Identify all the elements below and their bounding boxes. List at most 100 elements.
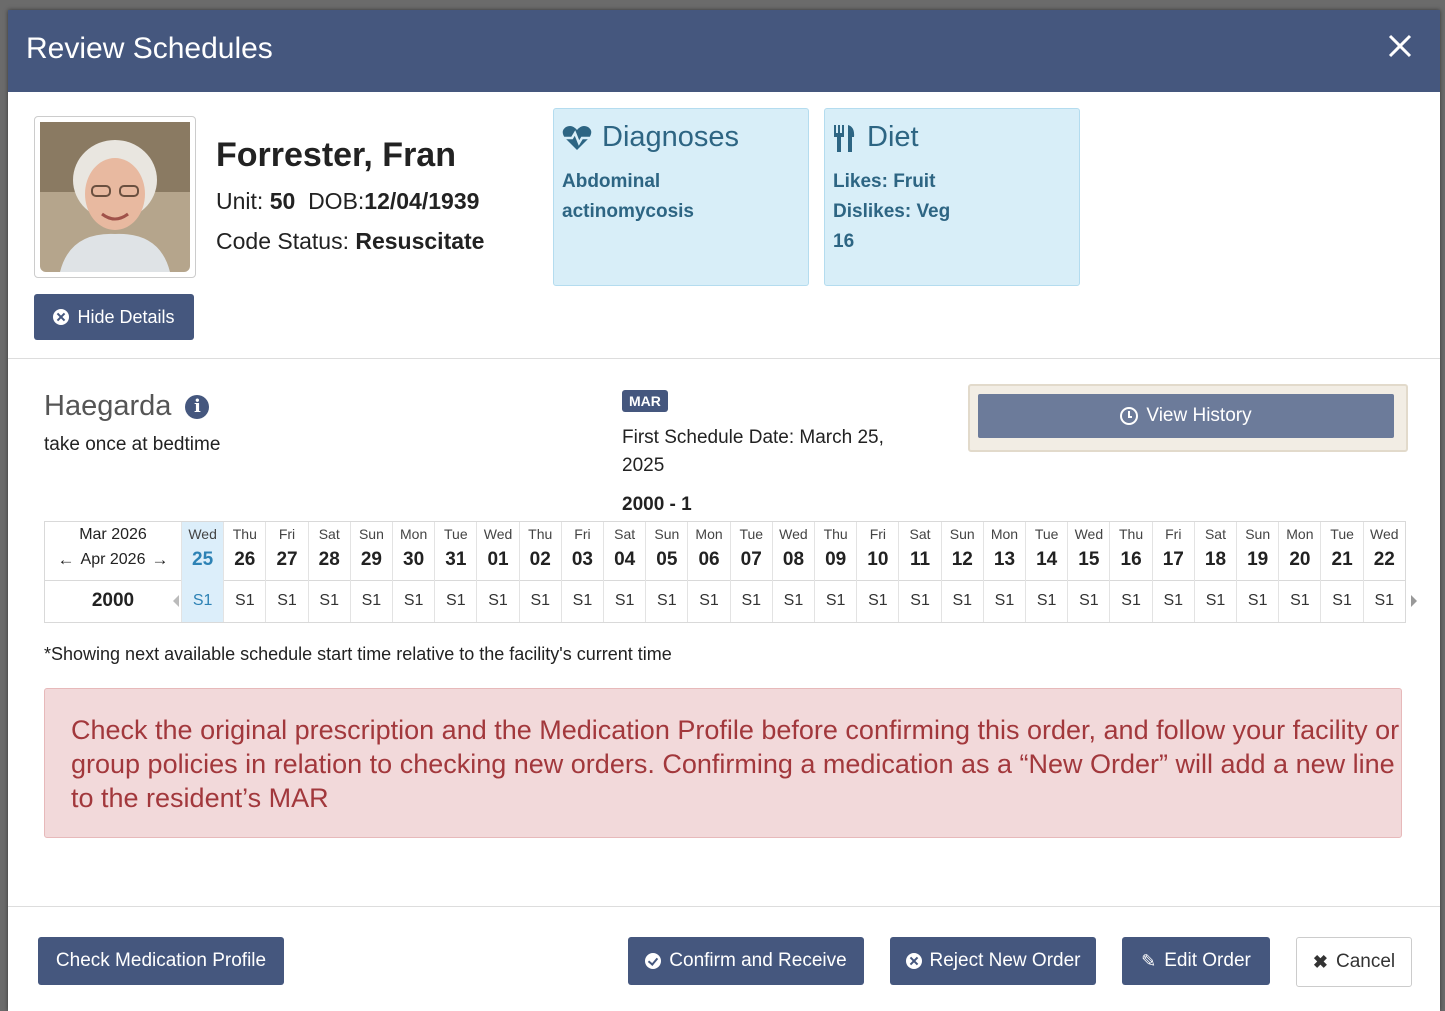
- schedule-slot[interactable]: S1: [393, 580, 434, 622]
- warning-alert: Check the original prescription and the …: [44, 688, 1402, 838]
- scroll-right-caret-icon[interactable]: [1411, 595, 1417, 607]
- schedule-slot[interactable]: S1: [1153, 580, 1194, 622]
- schedule-slot[interactable]: S1: [1237, 580, 1278, 622]
- schedule-slot[interactable]: S1: [942, 580, 983, 622]
- hide-details-button[interactable]: Hide Details: [34, 294, 194, 340]
- view-history-button[interactable]: View History: [978, 394, 1394, 438]
- schedule-slot[interactable]: S1: [1321, 580, 1362, 622]
- schedule-day-column: Sun 19 S1: [1236, 522, 1278, 622]
- confirm-and-receive-button[interactable]: Confirm and Receive: [628, 937, 864, 985]
- dob-label: DOB:: [308, 188, 365, 214]
- schedule-slot[interactable]: S1: [1364, 580, 1405, 622]
- schedule-day-column: Sat 04 S1: [603, 522, 645, 622]
- schedule-day-column: Wed 01 S1: [476, 522, 518, 622]
- check-medication-profile-button[interactable]: Check Medication Profile: [38, 937, 284, 985]
- day-date: 22: [1373, 549, 1395, 570]
- divider: [8, 358, 1440, 359]
- close-icon: ✖: [1312, 951, 1328, 972]
- check-circle-icon: [645, 953, 662, 969]
- day-date: 21: [1331, 549, 1353, 570]
- schedule-day-column: Thu 26 S1: [223, 522, 265, 622]
- day-date: 11: [910, 549, 931, 570]
- day-date: 28: [318, 549, 340, 570]
- close-icon[interactable]: [1382, 28, 1418, 64]
- day-date: 14: [1036, 549, 1058, 570]
- schedule-slot[interactable]: S1: [857, 580, 898, 622]
- day-of-week: Sat: [614, 526, 636, 542]
- schedule-slot[interactable]: S1: [899, 580, 940, 622]
- day-date: 09: [825, 549, 847, 570]
- edit-order-button[interactable]: ✎ Edit Order: [1122, 937, 1270, 985]
- schedule-slot[interactable]: S1: [815, 580, 856, 622]
- dislikes-label: Dislikes:: [833, 201, 912, 222]
- day-date: 31: [445, 549, 467, 570]
- day-date: 13: [993, 549, 1016, 570]
- schedule-slot[interactable]: S1: [351, 580, 392, 622]
- day-of-week: Sun: [949, 526, 975, 542]
- code-status-value: Resuscitate: [355, 228, 485, 254]
- code-status-label: Code Status:: [216, 228, 349, 254]
- day-of-week: Sat: [909, 526, 931, 542]
- month-navigator: Mar 2026 ← Apr 2026 →: [45, 522, 181, 580]
- day-of-week: Fri: [1165, 526, 1182, 542]
- day-of-week: Thu: [232, 526, 257, 542]
- schedule-day-column: Tue 31 S1: [434, 522, 476, 622]
- schedule-slot[interactable]: S1: [562, 580, 603, 622]
- clock-icon: [1120, 407, 1139, 425]
- info-icon[interactable]: i: [185, 394, 210, 419]
- day-date: 03: [571, 549, 593, 570]
- schedule-slot[interactable]: S1: [1110, 580, 1151, 622]
- schedule-slot[interactable]: S1: [646, 580, 687, 622]
- day-of-week: Wed: [483, 526, 513, 542]
- day-date: 01: [487, 549, 509, 570]
- day-of-week: Sat: [1204, 526, 1226, 542]
- day-of-week: Tue: [739, 526, 764, 542]
- resident-unit-dob: Unit: 50 DOB:12/04/1939: [216, 188, 479, 215]
- schedule-slot[interactable]: S1: [1068, 580, 1109, 622]
- schedule-slot[interactable]: S1: [1279, 580, 1320, 622]
- day-date: 06: [698, 549, 720, 570]
- resident-photo: [34, 116, 196, 278]
- day-of-week: Thu: [1119, 526, 1144, 542]
- reject-new-order-button[interactable]: Reject New Order: [890, 937, 1096, 985]
- schedule-note: *Showing next available schedule start t…: [44, 644, 672, 664]
- schedule-day-column: Sun 29 S1: [349, 522, 392, 622]
- unit-value: 50: [269, 188, 296, 214]
- arrow-left-icon[interactable]: ←: [58, 550, 75, 570]
- schedule-slot[interactable]: S1: [224, 580, 265, 622]
- diet-title: Diet: [867, 121, 919, 153]
- schedule-slot[interactable]: S1: [435, 580, 476, 622]
- schedule-slot[interactable]: S1: [1026, 580, 1067, 622]
- schedule-day-column: Sat 18 S1: [1193, 522, 1236, 622]
- schedule-day-column: Thu 02 S1: [518, 522, 561, 622]
- schedule-slot[interactable]: S1: [309, 580, 350, 622]
- schedule-slot[interactable]: S1: [477, 580, 518, 622]
- schedule-slot[interactable]: S1: [604, 580, 645, 622]
- day-date: 27: [276, 549, 298, 570]
- schedule-slot[interactable]: S1: [984, 580, 1025, 622]
- day-of-week: Wed: [188, 526, 217, 542]
- edit-label: Edit Order: [1164, 950, 1251, 971]
- schedule-slot[interactable]: S1: [266, 580, 307, 622]
- schedule-slot[interactable]: S1: [182, 580, 223, 622]
- medication-name-row: Haegarda i: [44, 390, 210, 423]
- close-circle-icon: [905, 953, 922, 969]
- day-of-week: Mon: [1286, 526, 1314, 542]
- scroll-left-caret-icon[interactable]: [173, 595, 179, 607]
- cancel-button[interactable]: ✖ Cancel: [1296, 937, 1412, 987]
- schedule-slot[interactable]: S1: [520, 580, 561, 622]
- day-date: 12: [951, 549, 973, 570]
- day-date: 26: [234, 549, 256, 570]
- schedule-slot[interactable]: S1: [688, 580, 729, 622]
- day-of-week: Tue: [444, 526, 468, 542]
- day-of-week: Fri: [278, 526, 296, 542]
- arrow-right-icon[interactable]: →: [151, 550, 168, 570]
- schedule-day-column: Thu 09 S1: [814, 522, 856, 622]
- day-date: 18: [1204, 549, 1227, 570]
- day-date: 15: [1078, 549, 1100, 570]
- schedule-slot[interactable]: S1: [731, 580, 772, 622]
- schedule-slot[interactable]: S1: [773, 580, 814, 622]
- diagnoses-title: Diagnoses: [602, 121, 740, 153]
- schedule-slot[interactable]: S1: [1195, 580, 1236, 622]
- unit-label: Unit:: [216, 188, 264, 214]
